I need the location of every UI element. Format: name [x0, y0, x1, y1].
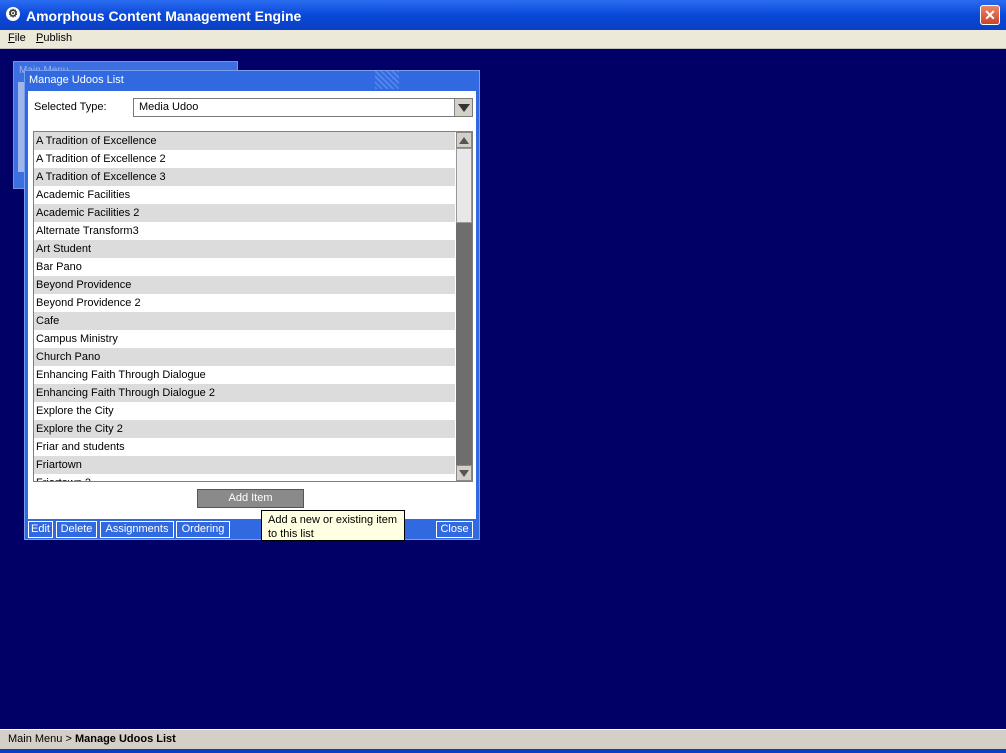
delete-button[interactable]: Delete: [56, 521, 97, 538]
selected-type-dropdown[interactable]: Media Udoo: [133, 98, 473, 117]
scroll-thumb[interactable]: [456, 148, 472, 223]
menu-publish[interactable]: Publish: [36, 32, 72, 44]
list-item[interactable]: Explore the City 2: [34, 420, 455, 438]
scroll-up-icon[interactable]: [456, 132, 472, 148]
window-bottom-border: [0, 749, 1006, 753]
udoo-list[interactable]: A Tradition of Excellence A Tradition of …: [33, 131, 473, 482]
dialog-panel: Selected Type: Media Udoo A Tradition of…: [28, 91, 476, 519]
manage-udoos-dialog: Manage Udoos List Selected Type: Media U…: [24, 70, 480, 540]
breadcrumb: Main Menu > Manage Udoos List: [8, 733, 176, 745]
list-item[interactable]: Beyond Providence 2: [34, 294, 455, 312]
list-item[interactable]: Friar and students: [34, 438, 455, 456]
list-item[interactable]: A Tradition of Excellence 3: [34, 168, 455, 186]
list-item[interactable]: Enhancing Faith Through Dialogue: [34, 366, 455, 384]
window-close-button[interactable]: ✕: [980, 5, 1000, 25]
list-item[interactable]: Explore the City: [34, 402, 455, 420]
scroll-down-icon[interactable]: [456, 465, 472, 481]
breadcrumb-separator: >: [62, 733, 75, 745]
status-bar: Main Menu > Manage Udoos List: [0, 729, 1006, 750]
list-item[interactable]: Campus Ministry: [34, 330, 455, 348]
list-item[interactable]: Academic Facilities 2: [34, 204, 455, 222]
dialog-title: Manage Udoos List: [29, 74, 124, 86]
list-scrollbar[interactable]: [456, 132, 472, 481]
list-item[interactable]: Cafe: [34, 312, 455, 330]
close-button[interactable]: Close: [436, 521, 473, 538]
app-icon: ⚙: [6, 7, 20, 21]
add-item-tooltip: Add a new or existing item to this list: [261, 510, 405, 541]
breadcrumb-root[interactable]: Main Menu: [8, 733, 62, 745]
menu-file[interactable]: File: [8, 32, 26, 44]
assignments-button[interactable]: Assignments: [100, 521, 174, 538]
list-item[interactable]: Academic Facilities: [34, 186, 455, 204]
list-item[interactable]: Church Pano: [34, 348, 455, 366]
list-item[interactable]: Bar Pano: [34, 258, 455, 276]
list-item[interactable]: A Tradition of Excellence 2: [34, 150, 455, 168]
add-item-button[interactable]: Add Item: [197, 489, 304, 508]
ordering-button[interactable]: Ordering: [176, 521, 230, 538]
dialog-button-bar: Edit Delete Assignments Ordering Close: [25, 520, 479, 539]
dialog-title-decoration: [375, 71, 399, 89]
list-item[interactable]: Friartown 2: [34, 474, 455, 481]
edit-button[interactable]: Edit: [28, 521, 53, 538]
list-item[interactable]: Art Student: [34, 240, 455, 258]
app-titlebar: ⚙ Amorphous Content Management Engine ✕: [0, 0, 1006, 30]
list-item[interactable]: Friartown: [34, 456, 455, 474]
list-item[interactable]: A Tradition of Excellence: [34, 132, 455, 150]
list-item[interactable]: Beyond Providence: [34, 276, 455, 294]
list-item[interactable]: Alternate Transform3: [34, 222, 455, 240]
udoo-list-rows: A Tradition of Excellence A Tradition of …: [34, 132, 455, 481]
selected-type-label: Selected Type:: [34, 101, 107, 113]
list-item[interactable]: Enhancing Faith Through Dialogue 2: [34, 384, 455, 402]
app-title: Amorphous Content Management Engine: [26, 8, 302, 24]
breadcrumb-current: Manage Udoos List: [74, 733, 176, 745]
chevron-down-icon[interactable]: [454, 99, 472, 116]
menu-bar: File Publish: [0, 30, 1006, 49]
selected-type-value: Media Udoo: [139, 101, 199, 113]
